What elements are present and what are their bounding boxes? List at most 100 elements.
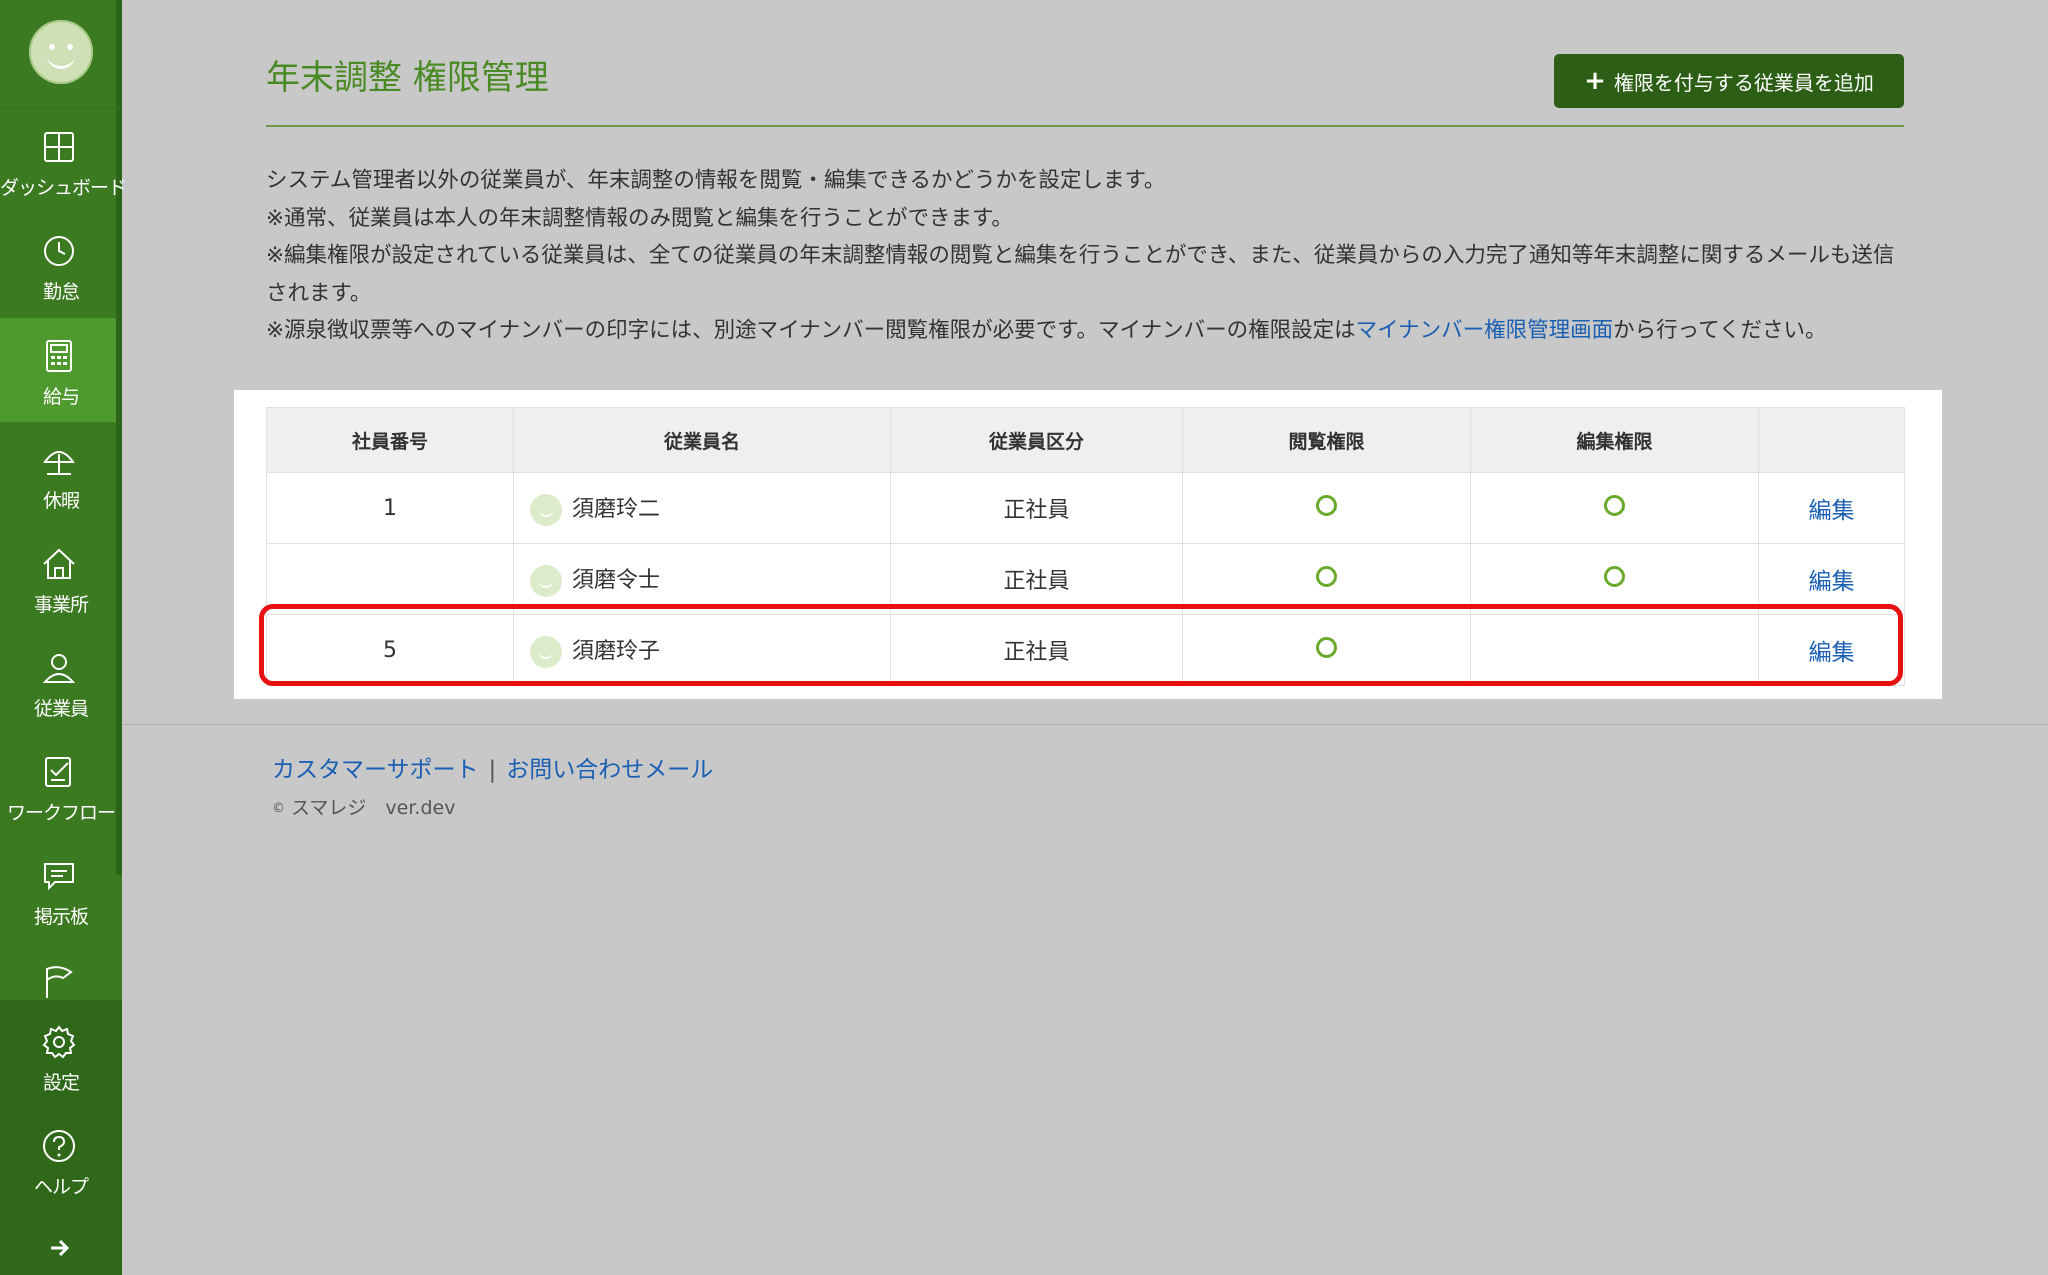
sidebar-item-workflow[interactable]: ワークフロー bbox=[0, 734, 116, 838]
description-line: ※通常、従業員は本人の年末調整情報のみ閲覧と編集を行うことができます。 bbox=[266, 205, 1013, 231]
description-line: ※源泉徴収票等へのマイナンバーの印字には、別途マイナンバー閲覧権限が必要です。マ… bbox=[266, 312, 1906, 350]
circle-check-icon bbox=[1604, 565, 1625, 587]
emp-no-cell bbox=[266, 543, 514, 615]
user-avatar[interactable] bbox=[29, 20, 93, 84]
copyright-symbol: © bbox=[272, 801, 285, 816]
sidebar-item-settings[interactable]: 設定 bbox=[0, 1004, 116, 1108]
footer-divider bbox=[122, 724, 2048, 725]
workflow-icon bbox=[45, 757, 71, 787]
add-button-label: 権限を付与する従業員を追加 bbox=[1613, 70, 1874, 95]
sidebar-item-label: 掲示板 bbox=[33, 906, 89, 928]
circle-check-icon bbox=[1604, 494, 1625, 516]
contact-email-link[interactable]: お問い合わせメール bbox=[506, 757, 713, 783]
sidebar-item-help[interactable]: ヘルプ bbox=[0, 1108, 116, 1212]
sidebar-scrollbar[interactable] bbox=[116, 0, 122, 875]
circle-check-icon bbox=[1316, 636, 1337, 658]
chat-icon bbox=[44, 863, 74, 891]
sidebar-item-office[interactable]: 事業所 bbox=[0, 526, 116, 630]
emp-no-cell: 5 bbox=[266, 614, 514, 686]
view-permission-cell bbox=[1182, 543, 1471, 615]
sidebar-item-payroll[interactable]: 給与 bbox=[0, 318, 116, 422]
sidebar-item-label: 従業員 bbox=[33, 698, 89, 720]
sidebar-item-flag[interactable] bbox=[0, 942, 116, 1000]
footer-links: カスタマーサポート | お問い合わせメール bbox=[272, 750, 713, 784]
sidebar: ダッシュボード 勤怠 給与 休暇 事業所 従業員 ワークフロー 掲示板 設定 ヘ… bbox=[0, 0, 127, 1275]
table-header-row: 社員番号 従業員名 従業員区分 閲覧権限 編集権限 bbox=[266, 407, 1905, 473]
sidebar-item-label: ワークフロー bbox=[6, 802, 116, 824]
edit-permission-cell bbox=[1470, 614, 1759, 686]
name-cell: 須磨玲子 bbox=[513, 614, 891, 686]
clock-icon bbox=[44, 236, 74, 266]
action-cell: 編集 bbox=[1758, 472, 1905, 544]
column-header-name: 従業員名 bbox=[513, 407, 891, 473]
edit-link[interactable]: 編集 bbox=[1809, 640, 1855, 666]
dashboard-icon bbox=[44, 132, 74, 162]
action-cell: 編集 bbox=[1758, 614, 1905, 686]
view-permission-cell bbox=[1182, 472, 1471, 544]
sidebar-item-employees[interactable]: 従業員 bbox=[0, 630, 116, 734]
circle-check-icon bbox=[1316, 494, 1337, 516]
employee-avatar-icon bbox=[530, 493, 562, 526]
column-header-action bbox=[1758, 407, 1905, 473]
sidebar-item-leave[interactable]: 休暇 bbox=[0, 422, 116, 526]
table-row: 須磨令士 正社員 編集 bbox=[266, 543, 1905, 615]
column-header-view: 閲覧権限 bbox=[1182, 407, 1471, 473]
add-employee-permission-button[interactable]: + 権限を付与する従業員を追加 bbox=[1554, 54, 1904, 108]
employee-avatar-icon bbox=[530, 564, 562, 597]
footer-separator: | bbox=[488, 757, 497, 783]
description: システム管理者以外の従業員が、年末調整の情報を閲覧・編集できるかどうかを設定しま… bbox=[266, 162, 1906, 350]
action-cell: 編集 bbox=[1758, 543, 1905, 615]
name-cell: 須磨玲二 bbox=[513, 472, 891, 544]
category-cell: 正社員 bbox=[890, 472, 1183, 544]
edit-link[interactable]: 編集 bbox=[1809, 498, 1855, 524]
description-line: ※編集権限が設定されている従業員は、全ての従業員の年末調整情報の閲覧と編集を行う… bbox=[266, 243, 1895, 306]
column-header-edit: 編集権限 bbox=[1470, 407, 1759, 473]
employee-name: 須磨玲二 bbox=[572, 496, 661, 522]
copyright: © スマレジ ver.dev bbox=[272, 793, 455, 820]
employee-avatar-icon bbox=[530, 635, 562, 668]
description-text: から行ってください。 bbox=[1613, 318, 1827, 343]
calculator-icon bbox=[46, 340, 72, 372]
arrow-right-icon[interactable] bbox=[48, 1236, 72, 1260]
column-header-emp-no: 社員番号 bbox=[266, 407, 514, 473]
home-icon bbox=[43, 548, 75, 579]
category-cell: 正社員 bbox=[890, 614, 1183, 686]
edit-permission-cell bbox=[1470, 472, 1759, 544]
mynumber-permission-link[interactable]: マイナンバー権限管理画面 bbox=[1356, 318, 1614, 343]
employee-name: 須磨玲子 bbox=[572, 638, 661, 664]
help-icon bbox=[43, 1130, 75, 1162]
flag-icon bbox=[46, 966, 73, 998]
circle-check-icon bbox=[1316, 565, 1337, 587]
table-row: 1 須磨玲二 正社員 編集 bbox=[266, 472, 1905, 544]
sidebar-item-attendance[interactable]: 勤怠 bbox=[0, 213, 116, 317]
sidebar-item-bulletin[interactable]: 掲示板 bbox=[0, 838, 116, 942]
description-line: システム管理者以外の従業員が、年末調整の情報を閲覧・編集できるかどうかを設定しま… bbox=[266, 168, 1166, 193]
sidebar-item-label: 給与 bbox=[42, 386, 80, 408]
sidebar-item-label: 休暇 bbox=[42, 490, 80, 512]
edit-permission-cell bbox=[1470, 543, 1759, 615]
description-text: ※源泉徴収票等へのマイナンバーの印字には、別途マイナンバー閲覧権限が必要です。マ… bbox=[266, 318, 1356, 343]
sidebar-item-label: 勤怠 bbox=[42, 281, 80, 303]
customer-support-link[interactable]: カスタマーサポート bbox=[272, 757, 479, 783]
permission-table-panel: 社員番号 従業員名 従業員区分 閲覧権限 編集権限 1 須磨玲二 正社員 編集 … bbox=[234, 390, 1942, 699]
emp-no-cell: 1 bbox=[266, 472, 514, 544]
sidebar-item-label: ヘルプ bbox=[33, 1176, 89, 1198]
gear-icon bbox=[42, 1025, 76, 1059]
copyright-text: スマレジ ver.dev bbox=[291, 797, 456, 819]
category-cell: 正社員 bbox=[890, 543, 1183, 615]
title-divider bbox=[266, 125, 1904, 127]
employee-name: 須磨令士 bbox=[572, 567, 661, 593]
column-header-category: 従業員区分 bbox=[890, 407, 1183, 473]
sidebar-item-dashboard[interactable]: ダッシュボード bbox=[0, 109, 127, 213]
user-icon bbox=[42, 654, 76, 683]
umbrella-icon bbox=[43, 451, 75, 475]
permission-table: 社員番号 従業員名 従業員区分 閲覧権限 編集権限 1 須磨玲二 正社員 編集 … bbox=[266, 407, 1905, 686]
sidebar-item-label: 事業所 bbox=[33, 594, 89, 616]
plus-icon: + bbox=[1584, 66, 1606, 96]
view-permission-cell bbox=[1182, 614, 1471, 686]
table-row: 5 須磨玲子 正社員 編集 bbox=[266, 614, 1905, 686]
name-cell: 須磨令士 bbox=[513, 543, 891, 615]
sidebar-item-label: ダッシュボード bbox=[0, 177, 127, 199]
page-title: 年末調整 権限管理 bbox=[266, 58, 549, 98]
edit-link[interactable]: 編集 bbox=[1809, 569, 1855, 595]
